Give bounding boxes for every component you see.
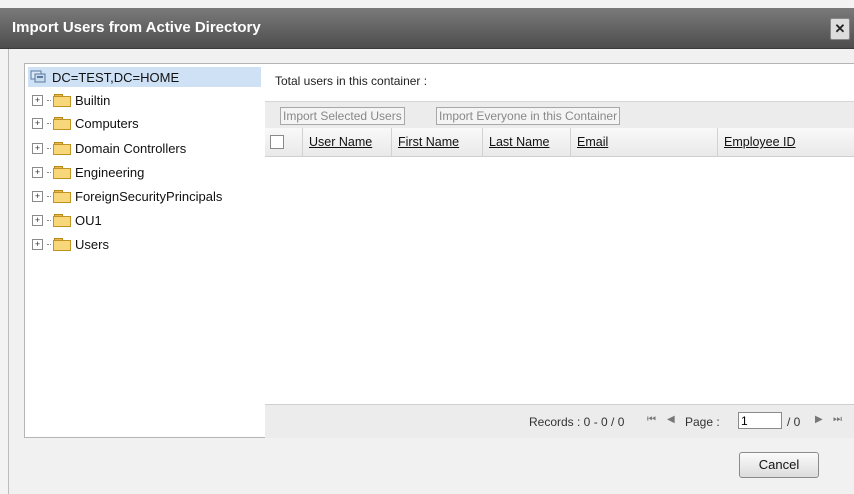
tree-node-label: OU1 [75, 212, 102, 228]
tree-node-foreignsecurityprincipals[interactable]: + ForeignSecurityPrincipals [32, 186, 222, 206]
dialog-title: Import Users from Active Directory [12, 19, 261, 36]
column-last-name: Last Name [483, 128, 571, 156]
column-first-name: First Name [392, 128, 483, 156]
column-email: Email [571, 128, 718, 156]
tree-node-label: Domain Controllers [75, 140, 187, 156]
tree-node-label: Users [75, 236, 109, 252]
import-users-dialog: Import Users from Active Directory ✕ DC=… [0, 0, 854, 494]
tree-root-label: DC=TEST,DC=HOME [52, 69, 180, 85]
select-all-column [265, 128, 303, 156]
tree-node-builtin[interactable]: + Builtin [32, 90, 110, 110]
expand-icon[interactable]: + [32, 94, 43, 106]
folder-icon [53, 94, 71, 107]
tree-root-node[interactable]: DC=TEST,DC=HOME [28, 67, 261, 87]
tree-node-ou1[interactable]: + OU1 [32, 210, 102, 230]
expand-icon[interactable]: + [32, 238, 43, 250]
tree-node-label: Engineering [75, 164, 145, 180]
last-page-icon[interactable]: ⏭ [833, 414, 842, 425]
total-pages: / 0 [787, 415, 801, 429]
users-grid-header: User Name First Name Last Name Email Emp… [265, 128, 854, 157]
sort-first-name-link[interactable]: First Name [392, 135, 459, 149]
expand-icon[interactable]: + [32, 214, 43, 226]
import-everyone-button[interactable]: Import Everyone in this Container [436, 107, 621, 125]
select-all-checkbox[interactable] [270, 135, 284, 149]
sort-employee-id-link[interactable]: Employee ID [718, 135, 796, 149]
grid-pager: Records : 0 - 0 / 0 ⏮ ◀ Page : / 0 ▶ ⏭ [265, 404, 854, 438]
tree-node-computers[interactable]: + Computers [32, 113, 139, 133]
cancel-button[interactable]: Cancel [739, 452, 819, 478]
import-toolbar: Import Selected Users Import Everyone in… [265, 101, 854, 129]
records-count: Records : 0 - 0 / 0 [529, 415, 625, 429]
expand-icon[interactable]: + [32, 190, 43, 202]
tree-node-domain-controllers[interactable]: + Domain Controllers [32, 138, 186, 158]
import-selected-users-button[interactable]: Import Selected Users [280, 107, 405, 125]
tree-node-engineering[interactable]: + Engineering [32, 162, 144, 182]
folder-icon [53, 142, 71, 155]
total-users-label: Total users in this container : [275, 74, 428, 88]
container-tree: DC=TEST,DC=HOME + Builtin + Computers + … [24, 63, 266, 438]
sort-user-name-link[interactable]: User Name [303, 135, 372, 149]
dialog-titlebar[interactable]: Import Users from Active Directory ✕ [0, 8, 854, 49]
folder-icon [53, 238, 71, 251]
folder-icon [53, 190, 71, 203]
tree-node-users[interactable]: + Users [32, 234, 109, 254]
expand-icon[interactable]: + [32, 166, 43, 178]
column-employee-id: Employee ID [718, 128, 854, 156]
close-icon: ✕ [834, 21, 846, 36]
sort-email-link[interactable]: Email [571, 135, 608, 149]
folder-icon [53, 166, 71, 179]
page-label: Page : [685, 415, 720, 429]
folder-icon [53, 214, 71, 227]
tree-node-label: Computers [75, 115, 139, 131]
sort-last-name-link[interactable]: Last Name [483, 135, 549, 149]
folder-icon [53, 117, 71, 130]
expand-icon[interactable]: + [32, 142, 43, 154]
tree-node-label: ForeignSecurityPrincipals [75, 188, 223, 204]
first-page-icon[interactable]: ⏮ [647, 414, 656, 425]
next-page-icon[interactable]: ▶ [815, 414, 823, 425]
prev-page-icon[interactable]: ◀ [667, 414, 675, 425]
tree-node-label: Builtin [75, 92, 111, 108]
close-button[interactable]: ✕ [830, 18, 850, 40]
dialog-body: DC=TEST,DC=HOME + Builtin + Computers + … [8, 49, 854, 494]
page-number-input[interactable] [738, 412, 782, 429]
column-user-name: User Name [303, 128, 392, 156]
expand-icon[interactable]: + [32, 117, 43, 129]
server-icon [30, 70, 46, 84]
users-panel: Total users in this container : Import S… [265, 63, 854, 438]
